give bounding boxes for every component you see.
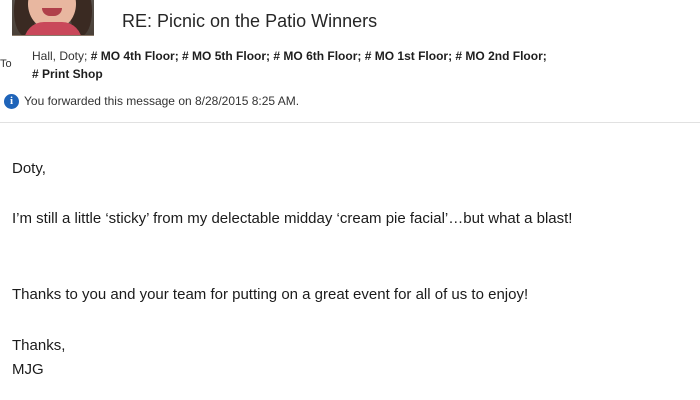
sender-avatar[interactable] <box>12 0 94 36</box>
info-bar: i You forwarded this message on 8/28/201… <box>4 92 299 110</box>
message-header: RE: Picnic on the Patio Winners To Hall,… <box>0 0 700 124</box>
signature-text: MJG <box>12 361 44 378</box>
body-greeting: Doty, <box>12 160 46 177</box>
closing-text: Thanks, <box>12 337 66 354</box>
forwarded-notice: You forwarded this message on 8/28/2015 … <box>24 94 300 108</box>
recipient-group[interactable]: # MO 5th Floor; <box>182 49 270 63</box>
recipient-group[interactable]: # MO 4th Floor; <box>91 49 179 63</box>
recipient-list: Hall, Doty; # MO 4th Floor; # MO 5th Flo… <box>32 47 696 83</box>
recipient-group[interactable]: # MO 2nd Floor; <box>455 49 546 63</box>
header-divider <box>0 122 700 123</box>
recipient-group[interactable]: # Print Shop <box>32 67 103 81</box>
to-label: To <box>0 58 12 70</box>
body-signoff: Thanks, MJG <box>12 334 65 382</box>
body-paragraph: I’m still a little ‘sticky’ from my dele… <box>12 210 573 227</box>
recipient-group[interactable]: # MO 1st Floor; <box>365 49 452 63</box>
message-subject: RE: Picnic on the Patio Winners <box>122 11 378 31</box>
info-icon: i <box>4 93 19 109</box>
recipient-group[interactable]: # MO 6th Floor; <box>273 49 361 63</box>
body-paragraph: Thanks to you and your team for putting … <box>12 286 529 303</box>
recipient[interactable]: Hall, Doty; <box>32 49 87 63</box>
